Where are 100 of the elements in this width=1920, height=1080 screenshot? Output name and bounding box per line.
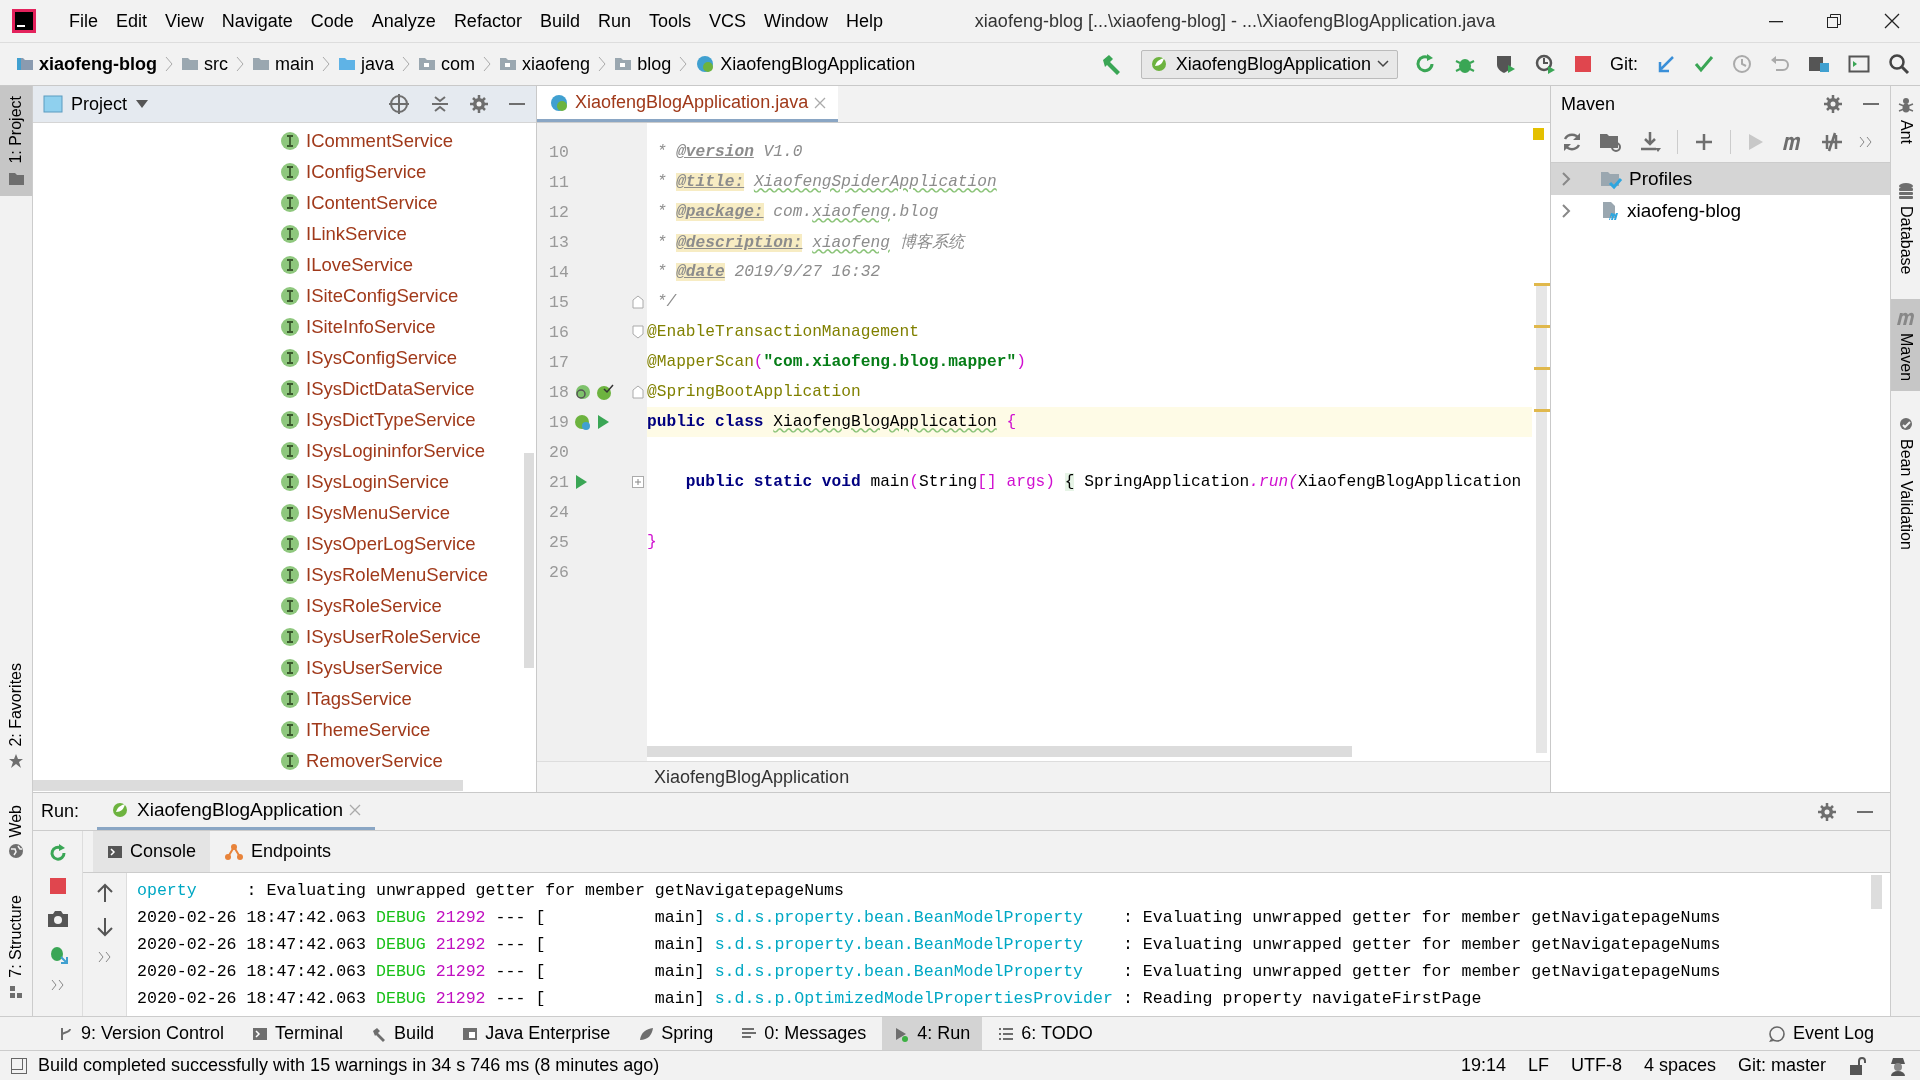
console-tab[interactable]: Endpoints (210, 831, 346, 872)
tree-item[interactable]: IContentService (33, 187, 536, 218)
commit-check-icon[interactable] (1694, 54, 1714, 74)
more-icon[interactable] (50, 979, 65, 991)
scrollbar-thumb[interactable] (1536, 283, 1547, 753)
menu-item[interactable]: Analyze (362, 6, 445, 36)
breadcrumb[interactable]: XiaofengBlogApplication (693, 53, 918, 75)
tree-item[interactable]: ISysLogininforService (33, 435, 536, 466)
rerun-icon[interactable] (1414, 53, 1436, 75)
tree-item[interactable]: ITagsService (33, 683, 536, 714)
download-icon[interactable] (1639, 131, 1661, 153)
history-clock-icon[interactable] (1732, 54, 1752, 74)
collapse-all-icon[interactable] (430, 94, 450, 114)
menu-item[interactable]: Window (755, 6, 838, 36)
tree-item[interactable]: ISiteInfoService (33, 311, 536, 342)
breadcrumb[interactable]: blog (612, 53, 674, 75)
tree-item[interactable]: ISysMenuService (33, 497, 536, 528)
console-tab[interactable]: Console (93, 831, 211, 872)
tool-window-tab[interactable]: 2: Favorites (0, 653, 32, 779)
tool-window-tab[interactable]: Web (0, 794, 32, 870)
menu-item[interactable]: Edit (107, 6, 157, 36)
search-icon[interactable] (1888, 53, 1910, 75)
fold-expand-icon[interactable] (632, 476, 644, 488)
tree-item[interactable]: ILinkService (33, 218, 536, 249)
breadcrumb[interactable]: java (336, 53, 397, 75)
tree-item[interactable]: ISysConfigService (33, 342, 536, 373)
restore-window-icon[interactable] (1826, 13, 1842, 29)
tool-window-tab[interactable]: Build (359, 1017, 447, 1050)
status-item[interactable]: Git: master (1738, 1055, 1826, 1076)
person-icon[interactable] (1888, 1055, 1908, 1076)
menu-item[interactable]: Refactor (444, 6, 531, 36)
close-icon[interactable] (814, 96, 827, 109)
tree-item[interactable]: ISysUserRoleService (33, 621, 536, 652)
build-hammer-icon[interactable] (1100, 53, 1123, 75)
tool-window-tab[interactable]: 9: Version Control (46, 1017, 237, 1050)
tree-item[interactable]: ISysRoleMenuService (33, 559, 536, 590)
settings-icon[interactable] (1818, 802, 1836, 821)
up-arrow-icon[interactable] (95, 883, 114, 903)
tool-window-tab[interactable]: Database (1891, 172, 1920, 285)
menu-item[interactable]: File (60, 6, 107, 36)
close-window-icon[interactable] (1884, 13, 1900, 29)
unlock-icon[interactable] (1848, 1055, 1866, 1076)
breadcrumb[interactable]: xiaofeng (497, 53, 593, 75)
panel-toggle-icon[interactable] (10, 1056, 28, 1075)
tool-window-tab[interactable]: 7: Structure (0, 885, 32, 1010)
scrollbar-thumb[interactable] (1871, 875, 1882, 909)
scrollbar-thumb[interactable] (647, 746, 1352, 757)
tree-item[interactable]: ISysRoleService (33, 590, 536, 621)
tool-window-tab[interactable]: 0: Messages (729, 1017, 879, 1050)
menu-item[interactable]: VCS (700, 6, 755, 36)
tool-window-tab[interactable]: Java Enterprise (450, 1017, 623, 1050)
reload-icon[interactable] (1561, 131, 1583, 153)
tree-item[interactable]: xiaofeng-blog (1551, 195, 1890, 227)
run-configuration-dropdown[interactable]: XiaofengBlogApplication (1140, 49, 1398, 79)
caret-icon[interactable] (135, 99, 150, 109)
fold-end-icon[interactable] (632, 385, 644, 399)
tool-window-tab[interactable]: 4: Run (882, 1017, 983, 1050)
tool-window-tab[interactable]: Terminal (240, 1017, 356, 1050)
tree-item[interactable]: ISysOperLogService (33, 528, 536, 559)
status-item[interactable]: UTF-8 (1570, 1055, 1622, 1076)
update-arrow-icon[interactable] (1656, 54, 1676, 74)
plus-icon[interactable] (1694, 132, 1714, 152)
menu-item[interactable]: Help (837, 6, 893, 36)
tree-item[interactable]: ISysDictTypeService (33, 404, 536, 435)
tool-window-tab[interactable]: Maven (1891, 298, 1920, 391)
editor-breadcrumb[interactable]: XiaofengBlogApplication (654, 766, 850, 788)
tool-window-tab[interactable]: 6: TODO (986, 1017, 1105, 1050)
settings-icon[interactable] (470, 95, 488, 113)
menu-item[interactable]: Tools (639, 6, 700, 36)
breadcrumb[interactable]: xiaofeng-blog (14, 53, 159, 75)
close-icon[interactable] (349, 804, 362, 816)
warning-marker[interactable] (1533, 128, 1544, 140)
menu-item[interactable]: View (156, 6, 213, 36)
tool-window-tab[interactable]: 1: Project (0, 86, 32, 196)
tree-item[interactable]: ILoveService (33, 249, 536, 280)
more-icon[interactable] (1859, 136, 1873, 148)
status-item[interactable]: 19:14 (1460, 1055, 1506, 1076)
coverage-shield-icon[interactable] (1494, 53, 1516, 75)
stop-icon[interactable] (1574, 55, 1592, 73)
run-icon[interactable] (595, 413, 611, 431)
tree-item[interactable]: ISiteConfigService (33, 280, 536, 311)
tree-item[interactable]: ISysLoginService (33, 466, 536, 497)
menu-item[interactable]: Build (530, 6, 589, 36)
tree-item[interactable]: RemoverService (33, 745, 536, 776)
terminal-window-icon[interactable] (1848, 53, 1870, 75)
tool-window-tab[interactable]: Bean Validation (1891, 404, 1920, 560)
rollback-icon[interactable] (1770, 54, 1790, 74)
tree-item[interactable]: ICommentService (33, 125, 536, 156)
stop-icon[interactable] (48, 877, 67, 895)
settings-icon[interactable] (1824, 95, 1842, 113)
tree-item[interactable]: Profiles (1551, 163, 1890, 195)
run-icon[interactable] (573, 473, 589, 491)
menu-item[interactable]: Run (588, 6, 640, 36)
event-log-button[interactable]: Event Log (1755, 1017, 1886, 1050)
editor-tab[interactable]: XiaofengBlogApplication.java (537, 86, 839, 122)
tree-item[interactable]: IConfigService (33, 156, 536, 187)
bean-icon[interactable] (573, 412, 593, 432)
breadcrumb[interactable]: src (179, 53, 230, 75)
profiler-icon[interactable] (1534, 53, 1556, 75)
status-item[interactable]: LF (1527, 1055, 1549, 1076)
